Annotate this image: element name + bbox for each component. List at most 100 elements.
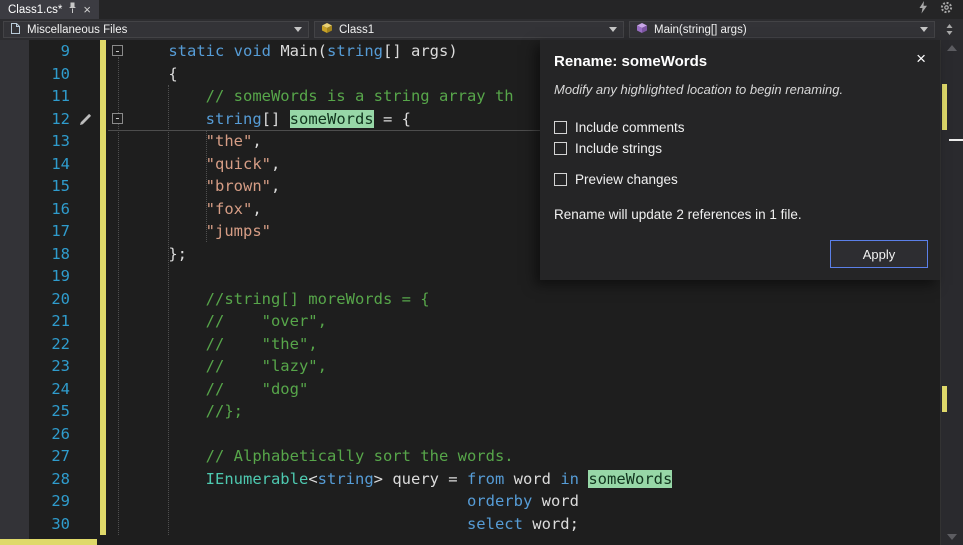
quick-actions-bolt-icon[interactable] [918,1,928,19]
outline-margin[interactable] [106,378,131,401]
apply-button[interactable]: Apply [830,240,928,268]
code-text[interactable]: orderby word [131,490,940,513]
rename-pencil-icon [75,108,100,131]
code-line-26[interactable]: 26 [0,423,940,446]
code-line-20[interactable]: 20 //string[] moreWords = { [0,288,940,311]
breakpoint-margin[interactable] [0,243,29,266]
outline-margin[interactable] [106,198,131,221]
tab-class1[interactable]: Class1.cs* × [0,0,99,19]
breakpoint-margin[interactable] [0,333,29,356]
class-dropdown[interactable]: Class1 [314,21,624,38]
code-line-27[interactable]: 27 // Alphabetically sort the words. [0,445,940,468]
breakpoint-margin[interactable] [0,85,29,108]
project-dropdown[interactable]: Miscellaneous Files [3,21,309,38]
breakpoint-margin[interactable] [0,130,29,153]
outline-margin[interactable] [106,130,131,153]
checkbox-box[interactable] [554,173,567,186]
code-line-23[interactable]: 23 // "lazy", [0,355,940,378]
outline-margin[interactable] [106,355,131,378]
outline-margin[interactable]: - [106,108,131,131]
code-line-29[interactable]: 29 orderby word [0,490,940,513]
outline-margin[interactable] [106,513,131,536]
outline-margin[interactable] [106,63,131,86]
line-number: 17 [29,220,75,243]
code-text[interactable]: // Alphabetically sort the words. [131,445,940,468]
member-dropdown[interactable]: Main(string[] args) [629,21,935,38]
checkbox-box[interactable] [554,121,567,134]
breakpoint-margin[interactable] [0,265,29,288]
code-text[interactable] [131,423,940,446]
breakpoint-margin[interactable] [0,175,29,198]
checkbox-box[interactable] [554,142,567,155]
breakpoint-margin[interactable] [0,153,29,176]
code-text[interactable]: select word; [131,513,940,536]
breakpoint-margin[interactable] [0,108,29,131]
breakpoint-margin[interactable] [0,355,29,378]
code-line-22[interactable]: 22 // "the", [0,333,940,356]
pin-icon[interactable] [68,2,77,17]
code-line-25[interactable]: 25 //}; [0,400,940,423]
code-text[interactable]: // "dog" [131,378,940,401]
breakpoint-margin[interactable] [0,378,29,401]
code-line-21[interactable]: 21 // "over", [0,310,940,333]
class-icon [321,22,333,37]
checkbox-preview-changes[interactable]: Preview changes [554,172,928,187]
breakpoint-margin[interactable] [0,288,29,311]
breakpoint-margin[interactable] [0,400,29,423]
breakpoint-margin[interactable] [0,198,29,221]
code-text[interactable]: //}; [131,400,940,423]
outline-margin[interactable] [106,153,131,176]
line-number: 20 [29,288,75,311]
outline-margin[interactable] [106,468,131,491]
settings-gear-icon[interactable] [940,1,953,19]
breakpoint-margin[interactable] [0,220,29,243]
glyph-margin [75,423,100,446]
vs-window: Class1.cs* × Miscellaneous Files [0,0,963,545]
breakpoint-margin[interactable] [0,513,29,536]
glyph-margin [75,220,100,243]
code-line-24[interactable]: 24 // "dog" [0,378,940,401]
glyph-margin [75,40,100,63]
breakpoint-margin[interactable] [0,468,29,491]
outline-margin[interactable]: - [106,40,131,63]
outline-margin[interactable] [106,400,131,423]
code-text[interactable]: // "lazy", [131,355,940,378]
line-number: 9 [29,40,75,63]
line-number: 26 [29,423,75,446]
line-number: 14 [29,153,75,176]
outline-margin[interactable] [106,175,131,198]
outline-margin[interactable] [106,490,131,513]
nav-options-icon[interactable] [943,23,956,36]
outline-margin[interactable] [106,85,131,108]
fold-collapse-icon[interactable]: - [112,113,123,124]
code-text[interactable]: //string[] moreWords = { [131,288,940,311]
fold-collapse-icon[interactable]: - [112,45,123,56]
vertical-scrollbar[interactable] [940,40,963,545]
code-text[interactable]: IEnumerable<string> query = from word in… [131,468,940,491]
scrollbar-up-icon[interactable] [947,45,957,51]
outline-margin[interactable] [106,288,131,311]
outline-margin[interactable] [106,333,131,356]
outline-margin[interactable] [106,265,131,288]
checkbox-include-comments[interactable]: Include comments [554,120,928,135]
close-icon[interactable]: × [916,50,926,67]
code-text[interactable]: // "over", [131,310,940,333]
project-dropdown-label: Miscellaneous Files [27,24,127,36]
breakpoint-margin[interactable] [0,445,29,468]
outline-margin[interactable] [106,445,131,468]
close-tab-icon[interactable]: × [83,3,91,16]
breakpoint-margin[interactable] [0,490,29,513]
outline-margin[interactable] [106,423,131,446]
checkbox-include-strings[interactable]: Include strings [554,141,928,156]
scrollbar-down-icon[interactable] [947,534,957,540]
code-line-28[interactable]: 28 IEnumerable<string> query = from word… [0,468,940,491]
outline-margin[interactable] [106,220,131,243]
breakpoint-margin[interactable] [0,310,29,333]
breakpoint-margin[interactable] [0,423,29,446]
code-text[interactable]: // "the", [131,333,940,356]
code-line-30[interactable]: 30 select word; [0,513,940,536]
outline-margin[interactable] [106,243,131,266]
outline-margin[interactable] [106,310,131,333]
breakpoint-margin[interactable] [0,40,29,63]
breakpoint-margin[interactable] [0,63,29,86]
